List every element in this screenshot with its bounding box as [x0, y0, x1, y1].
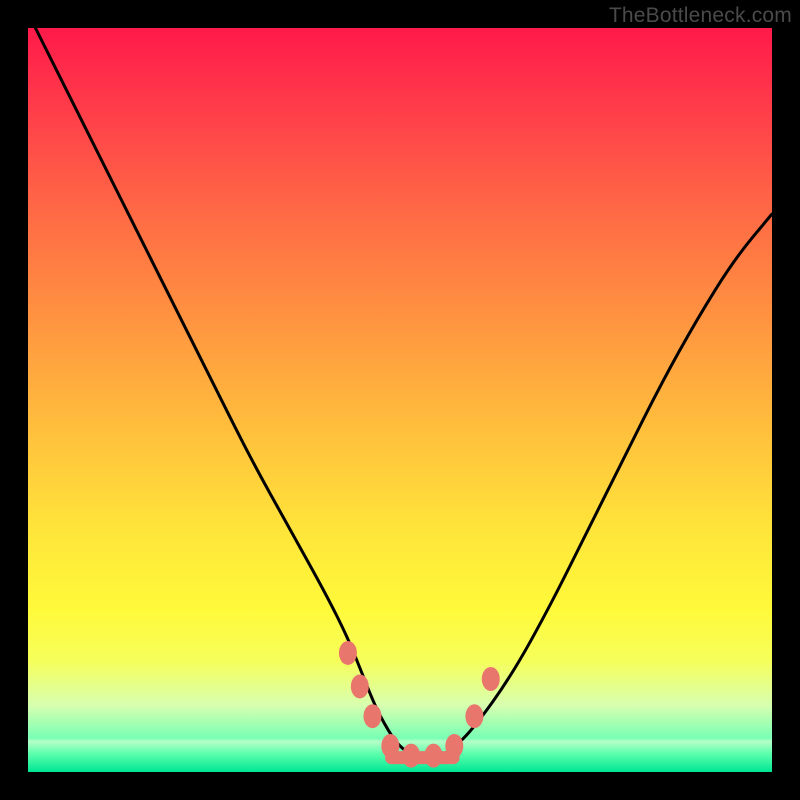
curve-layer	[28, 28, 772, 772]
chart-frame: TheBottleneck.com	[0, 0, 800, 800]
valley-bar	[385, 751, 459, 764]
curve-marker	[482, 667, 500, 691]
bottleneck-curve	[35, 28, 772, 757]
plot-area	[28, 28, 772, 772]
curve-marker	[351, 674, 369, 698]
curve-marker	[465, 704, 483, 728]
curve-markers	[339, 641, 500, 768]
curve-marker	[363, 704, 381, 728]
curve-marker	[339, 641, 357, 665]
watermark-text: TheBottleneck.com	[609, 4, 792, 28]
